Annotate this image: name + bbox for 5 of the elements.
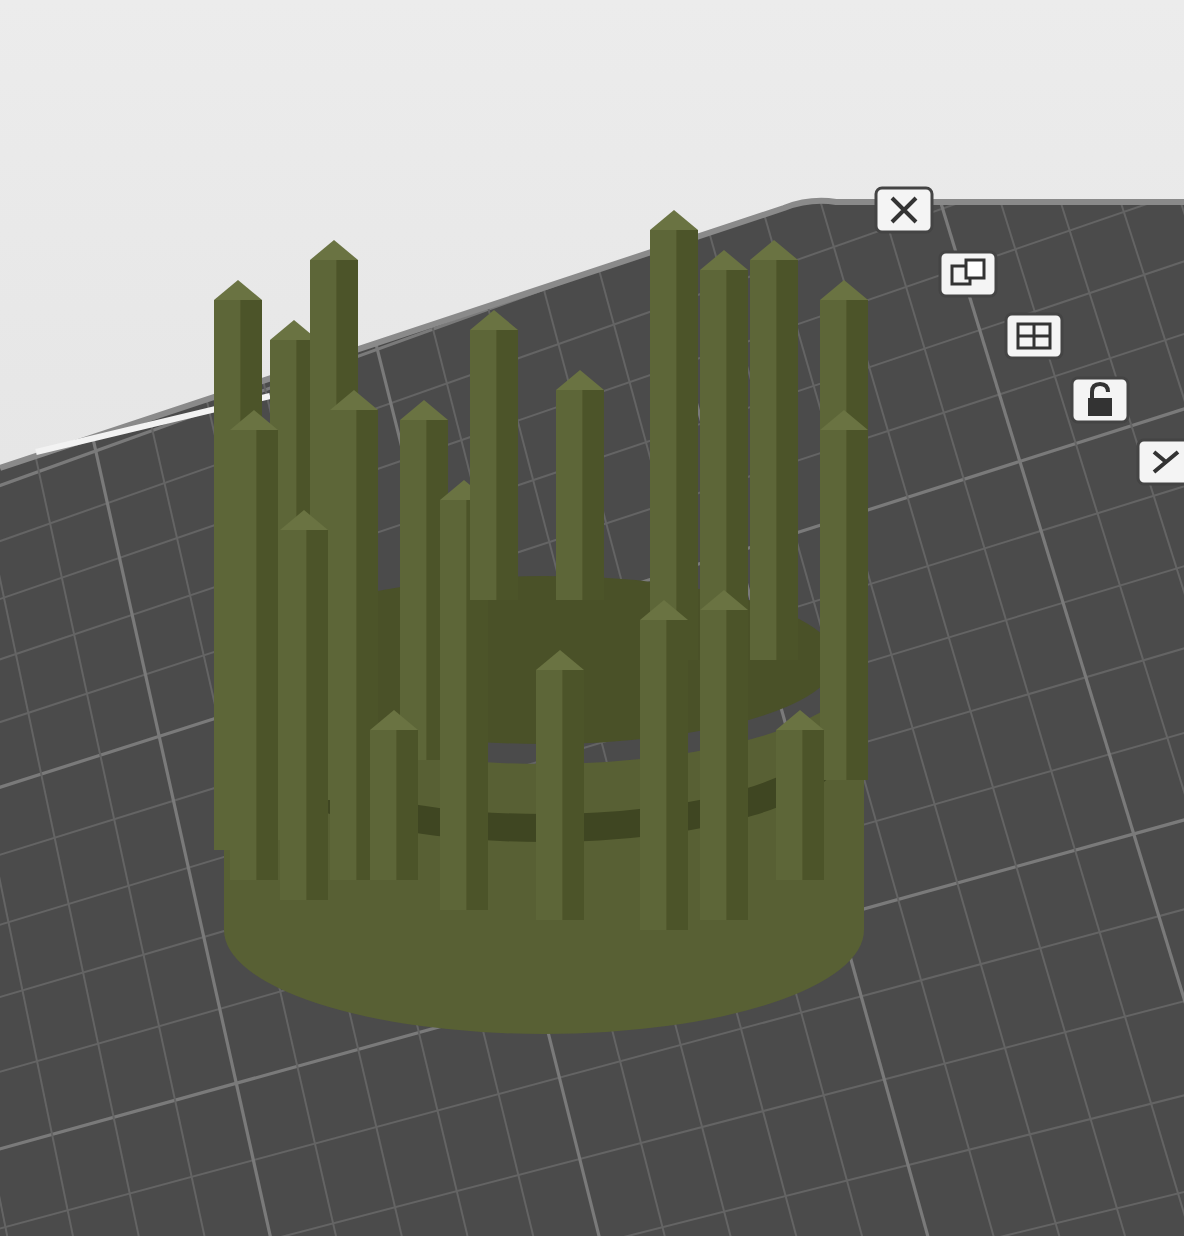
arrange-icon[interactable] [938,250,998,298]
cut-icon[interactable] [1136,438,1184,486]
layers-icon[interactable] [1004,312,1064,360]
delete-icon[interactable] [874,186,934,234]
lock-icon[interactable] [1070,376,1130,424]
